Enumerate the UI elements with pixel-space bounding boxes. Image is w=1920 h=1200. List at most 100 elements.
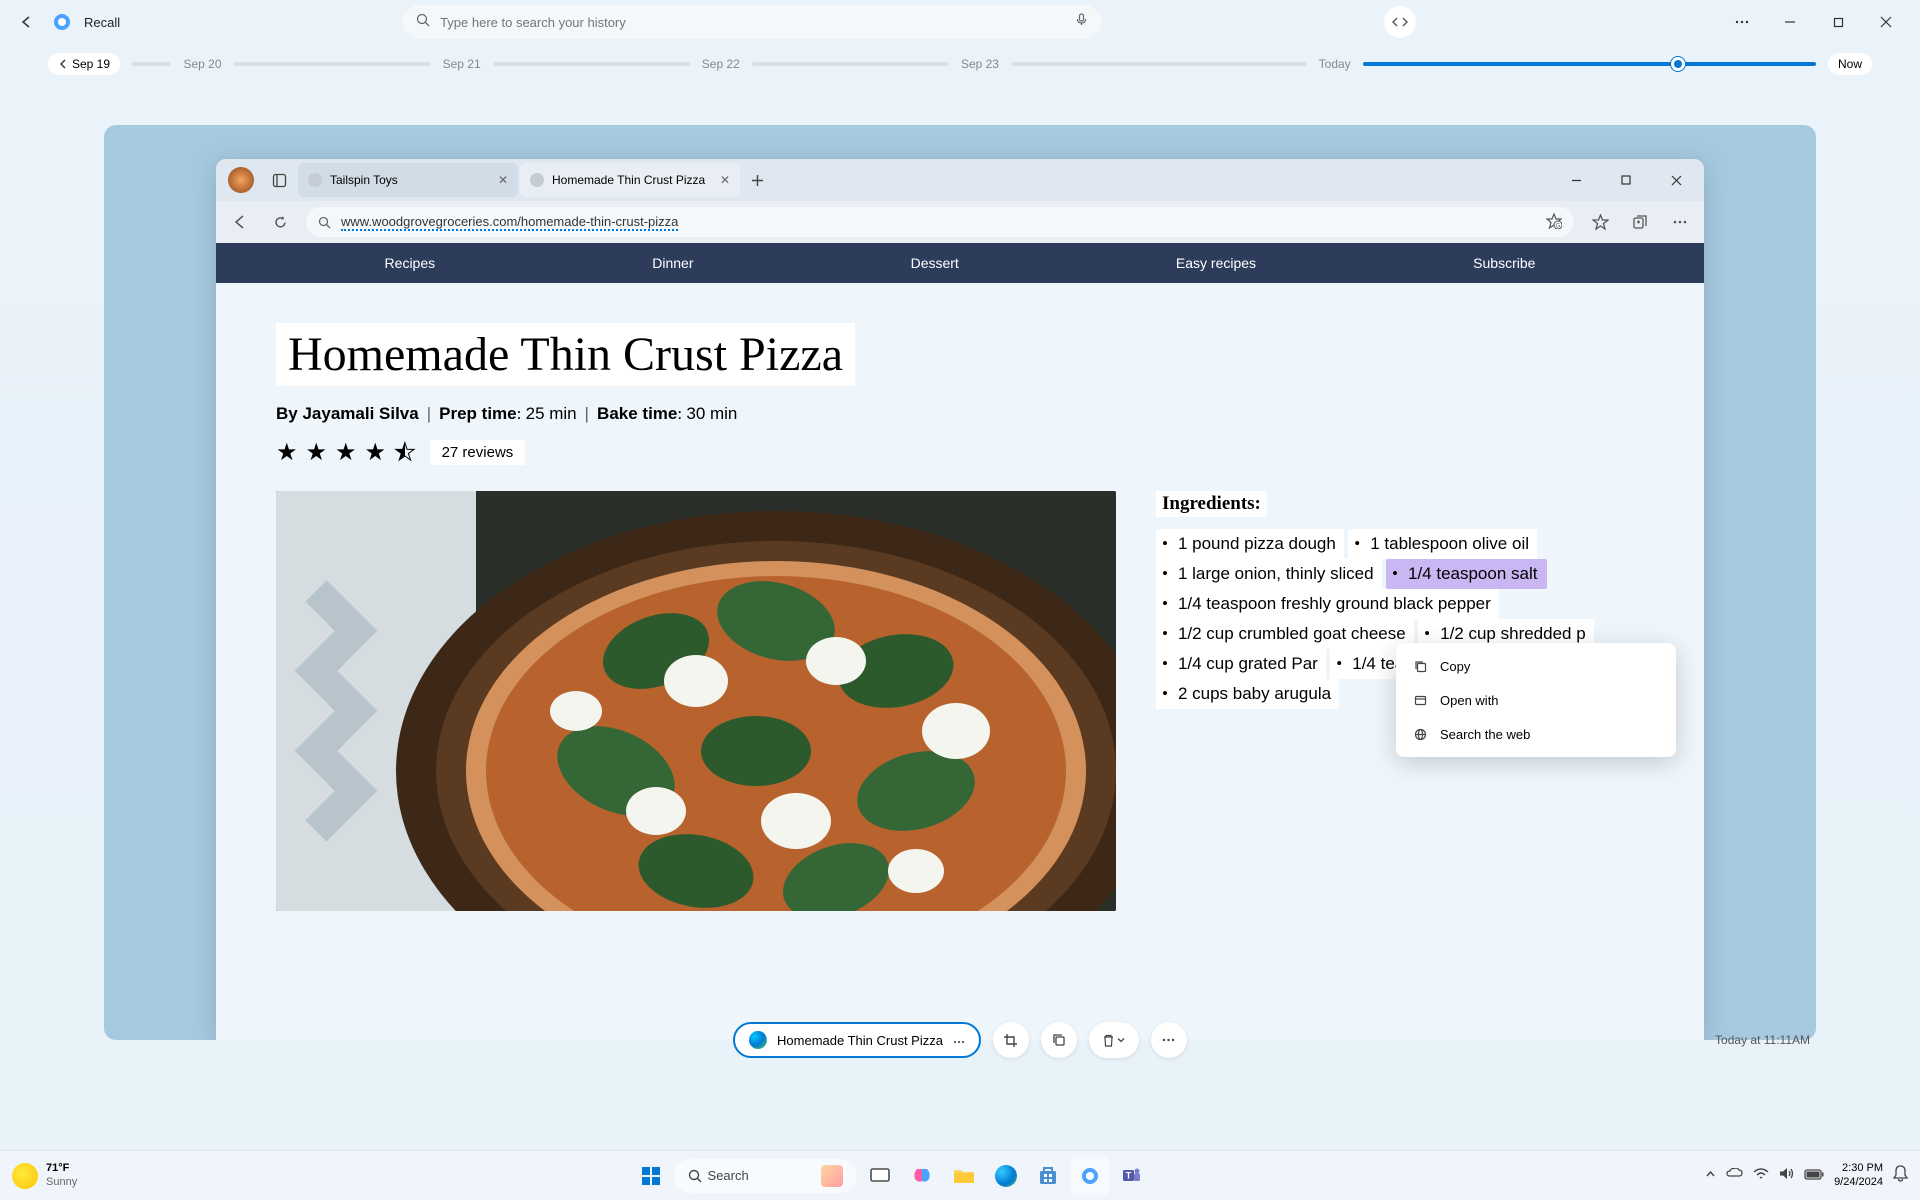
- browser-window: Tailspin Toys ✕ Homemade Thin Crust Pizz…: [216, 159, 1704, 1040]
- browser-back-icon[interactable]: [226, 208, 254, 236]
- crop-button[interactable]: [993, 1022, 1029, 1058]
- collections-icon[interactable]: [1626, 208, 1654, 236]
- back-button[interactable]: [12, 8, 40, 36]
- code-button[interactable]: [1384, 6, 1416, 38]
- timeline-date: Sep 20: [183, 57, 221, 71]
- timeline-thumb[interactable]: [1671, 57, 1685, 71]
- context-menu-open-with[interactable]: Open with: [1396, 683, 1676, 717]
- timeline[interactable]: Sep 19 Sep 20 Sep 21 Sep 22 Sep 23 Today…: [0, 44, 1920, 84]
- store-icon[interactable]: [1029, 1157, 1067, 1195]
- url-bar[interactable]: www.woodgrovegroceries.com/homemade-thin…: [306, 207, 1574, 237]
- timeline-date: Today: [1319, 57, 1351, 71]
- minimize-button[interactable]: [1768, 7, 1812, 37]
- volume-icon[interactable]: [1779, 1167, 1794, 1185]
- list-item: 2 cups baby arugula: [1156, 679, 1339, 709]
- recipe-image: [276, 491, 1116, 911]
- svg-text:G: G: [1556, 223, 1561, 229]
- ingredients-heading: Ingredients:: [1156, 491, 1267, 517]
- more-icon[interactable]: [953, 1031, 965, 1049]
- snapshot-timestamp: Today at 11:11AM: [1715, 1033, 1810, 1047]
- tab-actions-icon[interactable]: [266, 167, 292, 193]
- edge-icon[interactable]: [987, 1157, 1025, 1195]
- site-nav: Recipes Dinner Dessert Easy recipes Subs…: [216, 243, 1704, 283]
- star-icon[interactable]: G: [1546, 213, 1562, 232]
- recipe-meta: By Jayamali Silva | Prep time: 25 min | …: [276, 404, 1644, 424]
- browser-refresh-icon[interactable]: [266, 208, 294, 236]
- search-icon: [318, 216, 331, 229]
- browser-tab[interactable]: Tailspin Toys ✕: [298, 163, 518, 197]
- app-name: Recall: [84, 15, 120, 30]
- search-web-icon: [1412, 726, 1428, 742]
- list-item: 1/4 teaspoon freshly ground black pepper: [1156, 589, 1499, 619]
- list-item: 1 pound pizza dough: [1156, 529, 1344, 559]
- list-item: 1/2 cup crumbled goat cheese: [1156, 619, 1414, 649]
- search-icon: [416, 13, 430, 32]
- battery-icon[interactable]: [1804, 1167, 1824, 1185]
- star-rating: ★★★★★★: [276, 438, 416, 467]
- start-button[interactable]: [632, 1157, 670, 1195]
- wifi-icon[interactable]: [1753, 1167, 1769, 1185]
- snapshot-card: Tailspin Toys ✕ Homemade Thin Crust Pizz…: [104, 125, 1816, 1040]
- recall-taskbar-icon[interactable]: [1071, 1157, 1109, 1195]
- mic-icon[interactable]: [1075, 13, 1088, 31]
- task-view-icon[interactable]: [861, 1157, 899, 1195]
- browser-maximize[interactable]: [1604, 165, 1648, 195]
- favorites-icon[interactable]: [1586, 208, 1614, 236]
- onedrive-icon[interactable]: [1726, 1167, 1743, 1185]
- explorer-icon[interactable]: [945, 1157, 983, 1195]
- close-button[interactable]: [1864, 7, 1908, 37]
- browser-minimize[interactable]: [1554, 165, 1598, 195]
- snapshot-source-pill[interactable]: Homemade Thin Crust Pizza: [733, 1022, 981, 1058]
- url-text: www.woodgrovegroceries.com/homemade-thin…: [341, 214, 678, 231]
- browser-more-icon[interactable]: [1666, 208, 1694, 236]
- reviews-count: 27 reviews: [430, 440, 526, 465]
- notifications-icon[interactable]: [1893, 1165, 1908, 1187]
- more-button[interactable]: [1720, 7, 1764, 37]
- search-highlight-icon: [821, 1165, 843, 1187]
- maximize-button[interactable]: [1816, 7, 1860, 37]
- profile-avatar[interactable]: [228, 167, 254, 193]
- list-item: 1 tablespoon olive oil: [1348, 529, 1537, 559]
- nav-item[interactable]: Dinner: [652, 255, 693, 271]
- snapshot-source-label: Homemade Thin Crust Pizza: [777, 1033, 943, 1048]
- list-item: 1 large onion, thinly sliced: [1156, 559, 1382, 589]
- recipe-title: Homemade Thin Crust Pizza: [276, 323, 855, 386]
- close-tab-icon[interactable]: ✕: [498, 173, 508, 187]
- copilot-icon[interactable]: [903, 1157, 941, 1195]
- edge-icon: [749, 1031, 767, 1049]
- copy-button[interactable]: [1041, 1022, 1077, 1058]
- favicon-placeholder: [308, 173, 322, 187]
- svg-text:T: T: [1125, 1170, 1131, 1180]
- timeline-date: Sep 22: [702, 57, 740, 71]
- favicon-placeholder: [530, 173, 544, 187]
- list-item: 1/4 cup grated Par: [1156, 649, 1326, 679]
- nav-item[interactable]: Dessert: [911, 255, 959, 271]
- nav-item[interactable]: Subscribe: [1473, 255, 1535, 271]
- more-actions-button[interactable]: [1151, 1022, 1187, 1058]
- new-tab-button[interactable]: [742, 165, 772, 195]
- timeline-now-pill[interactable]: Now: [1828, 53, 1872, 75]
- timeline-date: Sep 21: [443, 57, 481, 71]
- sun-icon: [12, 1163, 38, 1189]
- browser-close[interactable]: [1654, 165, 1698, 195]
- taskbar-search[interactable]: Search: [674, 1159, 857, 1193]
- timeline-date-pill[interactable]: Sep 19: [48, 53, 120, 75]
- recall-app-icon: [52, 12, 72, 32]
- timeline-date: Sep 23: [961, 57, 999, 71]
- copy-icon: [1412, 658, 1428, 674]
- nav-item[interactable]: Recipes: [385, 255, 436, 271]
- delete-button[interactable]: [1089, 1022, 1139, 1058]
- context-menu-copy[interactable]: Copy: [1396, 649, 1676, 683]
- clock[interactable]: 2:30 PM 9/24/2024: [1834, 1162, 1883, 1188]
- browser-tab-active[interactable]: Homemade Thin Crust Pizza ✕: [520, 163, 740, 197]
- close-tab-icon[interactable]: ✕: [720, 173, 730, 187]
- list-item-selected: 1/4 teaspoon salt: [1386, 559, 1547, 589]
- nav-item[interactable]: Easy recipes: [1176, 255, 1256, 271]
- search-input[interactable]: [440, 15, 1065, 30]
- context-menu-search-web[interactable]: Search the web: [1396, 717, 1676, 751]
- open-with-icon: [1412, 692, 1428, 708]
- teams-icon[interactable]: T: [1113, 1157, 1151, 1195]
- search-bar[interactable]: [402, 5, 1102, 39]
- tray-chevron-icon[interactable]: [1705, 1167, 1716, 1185]
- weather-widget[interactable]: 71°F Sunny: [12, 1162, 77, 1188]
